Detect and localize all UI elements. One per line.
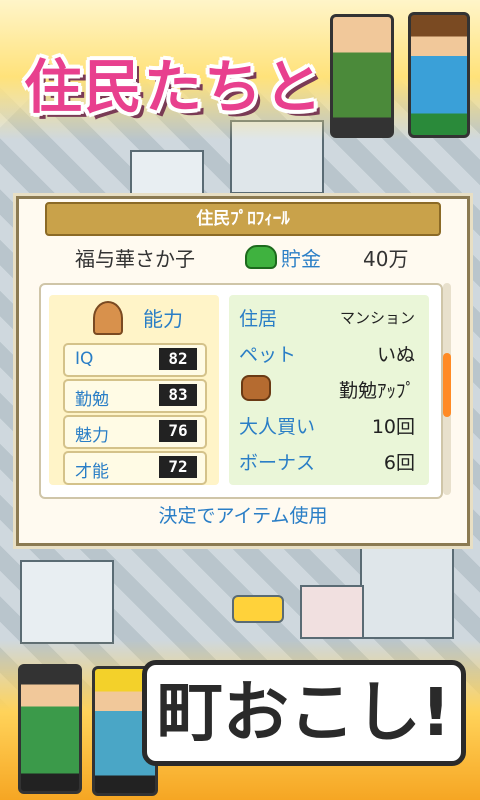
resident-profile-dialog: 住民ﾌﾟﾛﾌｨｰﾙ 福与華さか子 貯金 40万 能力 IQ 82 勤勉 83 魅… [16, 196, 470, 546]
dialog-title: 住民ﾌﾟﾛﾌｨｰﾙ [45, 202, 441, 236]
stat-value: 82 [159, 348, 197, 370]
stat-label: 魅力 [75, 426, 109, 446]
stats-panel: 能力 IQ 82 勤勉 83 魅力 76 才能 72 [49, 295, 219, 485]
stat-diligence: 勤勉 83 [63, 379, 207, 413]
resident-avatar-icon [93, 301, 123, 335]
name-row: 福与華さか子 貯金 40万 [19, 239, 467, 275]
stat-value: 72 [159, 456, 197, 478]
info-value: 勤勉ｱｯﾌﾟ [338, 380, 415, 402]
info-panel: 住居 マンション ペット いぬ 勤勉ｱｯﾌﾟ 大人買い 10回 ボーナス 6回 [229, 295, 429, 485]
building [20, 560, 114, 644]
info-bonus: ボーナス 6回 [237, 445, 423, 475]
info-value: 6回 [383, 452, 415, 474]
info-bulk-buy: 大人買い 10回 [237, 409, 423, 439]
stat-charm: 魅力 76 [63, 415, 207, 449]
stat-label: 才能 [75, 462, 109, 482]
headline-text: 住民たちと [24, 53, 325, 121]
stats-title: 能力 [143, 307, 183, 331]
info-value: いぬ [376, 344, 415, 366]
stats-header: 能力 [93, 301, 213, 335]
slogan-text: 町おこし! [141, 660, 466, 766]
dog-icon [241, 375, 271, 401]
scrollbar[interactable] [443, 283, 451, 495]
money-bag-icon [245, 245, 277, 269]
businessman-character [18, 664, 82, 794]
info-pet: ペット いぬ [237, 337, 423, 367]
info-value: マンション [339, 309, 415, 327]
stat-talent: 才能 72 [63, 451, 207, 485]
car [232, 595, 284, 623]
resident-name: 福与華さか子 [75, 247, 195, 271]
info-housing: 住居 マンション [237, 301, 423, 331]
use-item-hint[interactable]: 決定でアイテム使用 [19, 501, 467, 528]
info-label: ペット [239, 344, 297, 366]
info-label: ボーナス [239, 452, 316, 474]
info-value: 10回 [371, 416, 415, 438]
stat-label: 勤勉 [75, 390, 109, 410]
info-label: 住居 [239, 308, 278, 330]
info-pet-effect: 勤勉ｱｯﾌﾟ [237, 373, 423, 403]
stat-iq: IQ 82 [63, 343, 207, 377]
stat-label: IQ [75, 349, 94, 369]
building [130, 150, 204, 200]
savings-label: 貯金 [281, 247, 321, 271]
elder-character [330, 14, 394, 138]
scroll-thumb[interactable] [443, 353, 451, 417]
building [360, 545, 454, 639]
savings-value: 40万 [363, 247, 409, 271]
building [300, 585, 364, 639]
stat-value: 76 [159, 420, 197, 442]
profile-details[interactable]: 能力 IQ 82 勤勉 83 魅力 76 才能 72 住居 マンション ペット … [39, 283, 443, 499]
girl-character [408, 12, 470, 138]
stat-value: 83 [159, 384, 197, 406]
info-label: 大人買い [239, 416, 316, 438]
